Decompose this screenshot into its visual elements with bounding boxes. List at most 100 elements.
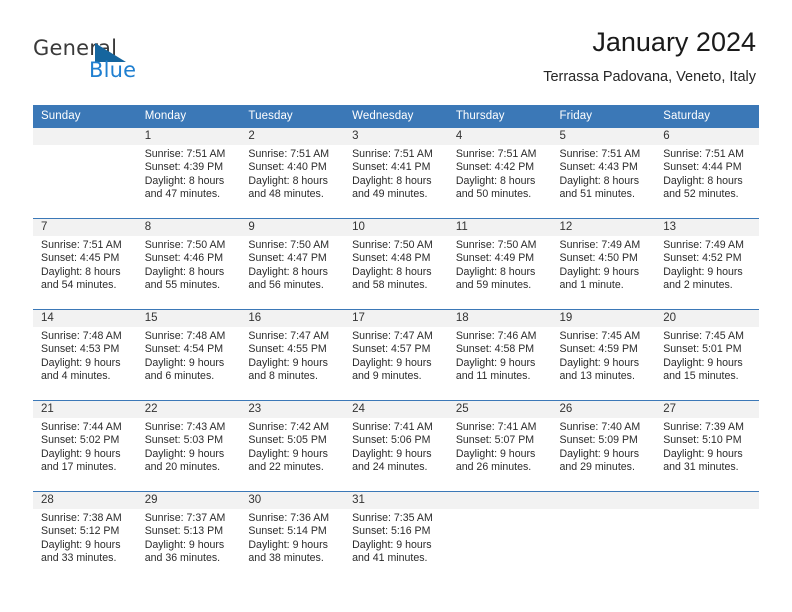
calendar-day-cell[interactable]: 25 Sunrise: 7:41 AM Sunset: 5:07 PM Dayligh… [447,400,552,492]
daylight-text-line1: Daylight: 9 hours [559,447,640,460]
calendar-day-cell[interactable]: 26 Sunrise: 7:40 AM Sunset: 5:09 PM Dayligh… [551,400,656,492]
calendar-day-cell[interactable]: 23 Sunrise: 7:42 AM Sunset: 5:05 PM Dayligh… [240,400,345,492]
weekday-header-saturday: Saturday [655,105,759,128]
day-sun-info: Sunrise: 7:51 AM Sunset: 4:43 PM Daylight:… [552,145,656,201]
day-sun-info: Sunrise: 7:41 AM Sunset: 5:06 PM Daylight:… [344,418,448,474]
sunset-text: Sunset: 4:58 PM [455,343,535,356]
daylight-text-line2: and 22 minutes. [248,460,324,473]
daylight-text-line2: and 8 minutes. [248,369,318,382]
day-sun-info: Sunrise: 7:49 AM Sunset: 4:52 PM Daylight:… [655,236,759,292]
sunrise-text: Sunrise: 7:39 AM [663,421,744,433]
day-number: 16 [240,310,345,327]
calendar-day-cell[interactable]: 13 Sunrise: 7:49 AM Sunset: 4:52 PM Dayligh… [655,218,759,310]
calendar-day-cell[interactable]: 3 Sunrise: 7:51 AM Sunset: 4:41 PM Daylight… [344,128,448,219]
day-sun-info: Sunrise: 7:51 AM Sunset: 4:40 PM Daylight:… [240,145,344,201]
sunset-text: Sunset: 4:47 PM [248,252,327,265]
sunrise-text: Sunrise: 7:51 AM [41,239,122,251]
day-number [551,492,656,509]
sunset-text: Sunset: 4:41 PM [352,161,431,174]
calendar-day-cell[interactable]: 11 Sunrise: 7:50 AM Sunset: 4:49 PM Dayligh… [447,218,552,310]
calendar-day-cell[interactable]: 15 Sunrise: 7:48 AM Sunset: 4:54 PM Dayligh… [136,309,241,401]
sunrise-text: Sunrise: 7:45 AM [663,330,744,342]
daylight-text-line1: Daylight: 9 hours [455,447,536,460]
calendar-day-cell[interactable]: 28 Sunrise: 7:38 AM Sunset: 5:12 PM Dayligh… [33,491,137,582]
sunrise-text: Sunrise: 7:51 AM [559,148,641,160]
calendar-day-cell[interactable]: 17 Sunrise: 7:47 AM Sunset: 4:57 PM Dayligh… [344,309,448,401]
sunset-text: Sunset: 4:40 PM [248,161,327,174]
calendar-day-cell[interactable]: 2 Sunrise: 7:51 AM Sunset: 4:40 PM Daylight… [240,128,345,219]
weekday-header-friday: Friday [551,105,656,128]
daylight-text-line1: Daylight: 9 hours [144,447,225,460]
calendar-day-cell[interactable]: 14 Sunrise: 7:48 AM Sunset: 4:53 PM Dayligh… [33,309,137,401]
day-number: 28 [33,492,137,509]
sunrise-text: Sunrise: 7:41 AM [352,421,433,433]
calendar-day-cell[interactable]: 4 Sunrise: 7:51 AM Sunset: 4:42 PM Daylight… [447,128,552,219]
day-number: 29 [136,492,241,509]
sunset-text: Sunset: 4:50 PM [559,252,638,265]
page-title: January 2024 [592,27,756,57]
daylight-text-line1: Daylight: 8 hours [663,174,743,187]
day-number: 8 [136,219,241,236]
sunset-text: Sunset: 5:03 PM [144,434,224,447]
sunset-text: Sunset: 5:16 PM [352,525,431,538]
weekday-header-monday: Monday [136,105,241,128]
sunset-text: Sunset: 4:55 PM [248,343,327,356]
calendar-day-cell[interactable]: 9 Sunrise: 7:50 AM Sunset: 4:47 PM Daylight… [240,218,345,310]
daylight-text-line2: and 29 minutes. [559,460,635,473]
day-number: 14 [33,310,137,327]
calendar-day-cell[interactable]: 18 Sunrise: 7:46 AM Sunset: 4:58 PM Dayligh… [447,309,552,401]
daylight-text-line2: and 52 minutes. [663,187,739,200]
calendar-day-cell[interactable]: 24 Sunrise: 7:41 AM Sunset: 5:06 PM Dayligh… [344,400,448,492]
daylight-text-line1: Daylight: 9 hours [663,447,743,460]
calendar-day-cell[interactable]: 5 Sunrise: 7:51 AM Sunset: 4:43 PM Daylight… [551,128,656,219]
daylight-text-line2: and 17 minutes. [41,460,117,473]
day-number: 17 [344,310,448,327]
calendar-day-cell[interactable]: 31 Sunrise: 7:35 AM Sunset: 5:16 PM Dayligh… [344,491,448,582]
sunrise-text: Sunrise: 7:38 AM [41,512,122,524]
calendar-day-cell[interactable]: 10 Sunrise: 7:50 AM Sunset: 4:48 PM Dayligh… [344,218,448,310]
calendar-body: 1 Sunrise: 7:51 AM Sunset: 4:39 PM Daylight… [33,128,759,582]
calendar-day-cell[interactable]: 29 Sunrise: 7:37 AM Sunset: 5:13 PM Dayligh… [136,491,241,582]
daylight-text-line1: Daylight: 9 hours [41,447,121,460]
calendar-day-cell[interactable]: 8 Sunrise: 7:50 AM Sunset: 4:46 PM Daylight… [136,218,241,310]
sunrise-text: Sunrise: 7:51 AM [455,148,537,160]
day-number: 27 [655,401,759,418]
daylight-text-line2: and 1 minute. [559,278,624,291]
day-number: 9 [240,219,345,236]
daylight-text-line2: and 33 minutes. [41,551,117,564]
calendar-day-cell[interactable]: 20 Sunrise: 7:45 AM Sunset: 5:01 PM Dayligh… [655,309,759,401]
day-number [33,128,137,145]
sunset-text: Sunset: 5:10 PM [663,434,742,447]
calendar-week-row: 1 Sunrise: 7:51 AM Sunset: 4:39 PM Daylight… [33,128,759,219]
calendar-day-cell[interactable]: 1 Sunrise: 7:51 AM Sunset: 4:39 PM Daylight… [136,128,241,219]
day-number: 13 [655,219,759,236]
calendar-day-cell[interactable]: 12 Sunrise: 7:49 AM Sunset: 4:50 PM Dayligh… [551,218,656,310]
calendar-day-cell[interactable]: 19 Sunrise: 7:45 AM Sunset: 4:59 PM Dayligh… [551,309,656,401]
calendar-day-cell[interactable]: 7 Sunrise: 7:51 AM Sunset: 4:45 PM Daylight… [33,218,137,310]
sunset-text: Sunset: 4:43 PM [559,161,638,174]
sunset-text: Sunset: 5:14 PM [248,525,327,538]
calendar-day-cell[interactable]: 27 Sunrise: 7:39 AM Sunset: 5:10 PM Dayligh… [655,400,759,492]
calendar-day-cell[interactable]: 16 Sunrise: 7:47 AM Sunset: 4:55 PM Dayligh… [240,309,345,401]
day-number: 20 [655,310,759,327]
general-blue-logo[interactable]: General Blue [33,36,223,90]
daylight-text-line2: and 6 minutes. [144,369,215,382]
sunset-text: Sunset: 5:07 PM [455,434,535,447]
page-header: General Blue January 2024 Terrassa Padov… [0,0,792,100]
sunrise-text: Sunrise: 7:42 AM [248,421,330,433]
calendar-day-cell[interactable]: 6 Sunrise: 7:51 AM Sunset: 4:44 PM Daylight… [655,128,759,219]
calendar-day-cell[interactable]: 30 Sunrise: 7:36 AM Sunset: 5:14 PM Dayligh… [240,491,345,582]
day-sun-info: Sunrise: 7:36 AM Sunset: 5:14 PM Daylight:… [240,509,344,565]
daylight-text-line2: and 50 minutes. [455,187,532,200]
daylight-text-line1: Daylight: 8 hours [352,265,432,278]
title-block: January 2024 Terrassa Padovana, Veneto, … [543,26,756,87]
calendar-day-cell[interactable]: 21 Sunrise: 7:44 AM Sunset: 5:02 PM Dayligh… [33,400,137,492]
daylight-text-line1: Daylight: 8 hours [455,265,536,278]
sunrise-text: Sunrise: 7:46 AM [455,330,537,342]
calendar-day-cell[interactable]: 22 Sunrise: 7:43 AM Sunset: 5:03 PM Dayligh… [136,400,241,492]
logo-text-blue: Blue [89,58,137,82]
day-sun-info: Sunrise: 7:51 AM Sunset: 4:42 PM Daylight:… [448,145,552,201]
daylight-text-line2: and 2 minutes. [663,278,733,291]
daylight-text-line1: Daylight: 8 hours [144,265,225,278]
day-number: 23 [240,401,345,418]
